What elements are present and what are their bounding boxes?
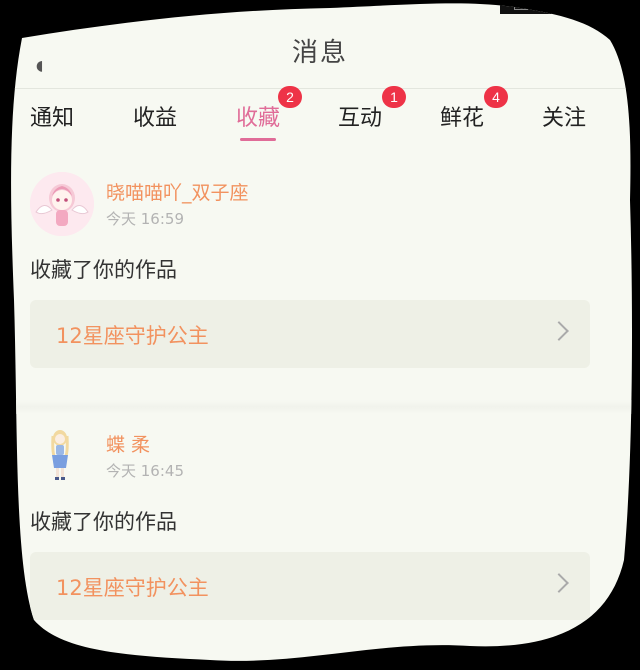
tab-bar: 通知 收益 收藏 2 互动 1 鲜花 4 关注: [0, 96, 640, 148]
page-header: 消息: [0, 32, 640, 69]
screen: ◖ 消息 通知 收益 收藏 2 互动 1 鲜花 4 关注 晓喵喵吖_双子座 今天…: [0, 0, 640, 670]
battery-icon: [514, 0, 528, 10]
tab-label: 互动: [338, 106, 383, 131]
chevron-right-icon: [549, 573, 569, 593]
tab-interactions[interactable]: 互动 1: [338, 100, 382, 132]
timestamp: 今天 16:59: [106, 210, 184, 228]
tab-favorites[interactable]: 收藏 2: [236, 100, 280, 132]
action-text: 收藏了你的作品: [30, 258, 177, 282]
work-title: 12星座守护公主: [56, 576, 209, 600]
header-divider: [10, 88, 630, 89]
tab-label: 收藏: [236, 106, 281, 131]
username[interactable]: 晓喵喵吖_双子座: [106, 178, 249, 205]
tab-label: 关注: [542, 106, 587, 131]
tab-badge: 1: [382, 86, 406, 108]
tab-badge: 2: [278, 86, 302, 108]
page-title: 消息: [291, 38, 348, 68]
doll-avatar-icon: [30, 424, 94, 488]
chevron-right-icon: [549, 321, 569, 341]
work-title: 12星座守护公主: [56, 324, 209, 348]
tab-notifications[interactable]: 通知: [30, 100, 74, 132]
tab-label: 收益: [133, 106, 178, 131]
timestamp: 今天 16:45: [106, 462, 184, 480]
action-text: 收藏了你的作品: [30, 510, 177, 534]
section-divider: [0, 400, 640, 414]
username[interactable]: 蝶 柔: [106, 430, 150, 457]
status-bar: [500, 0, 592, 14]
tab-flowers[interactable]: 鲜花 4: [440, 100, 484, 132]
avatar[interactable]: [30, 172, 94, 236]
avatar[interactable]: [30, 424, 94, 488]
tab-label: 鲜花: [440, 106, 485, 131]
work-card[interactable]: 12星座守护公主: [30, 552, 590, 620]
active-tab-indicator: [240, 138, 276, 141]
anime-girl-avatar-icon: [30, 172, 94, 236]
tab-earnings[interactable]: 收益: [133, 100, 177, 132]
tab-label: 通知: [30, 106, 75, 131]
work-card[interactable]: 12星座守护公主: [30, 300, 590, 368]
tab-badge: 4: [484, 86, 508, 108]
tab-following[interactable]: 关注: [542, 100, 586, 132]
